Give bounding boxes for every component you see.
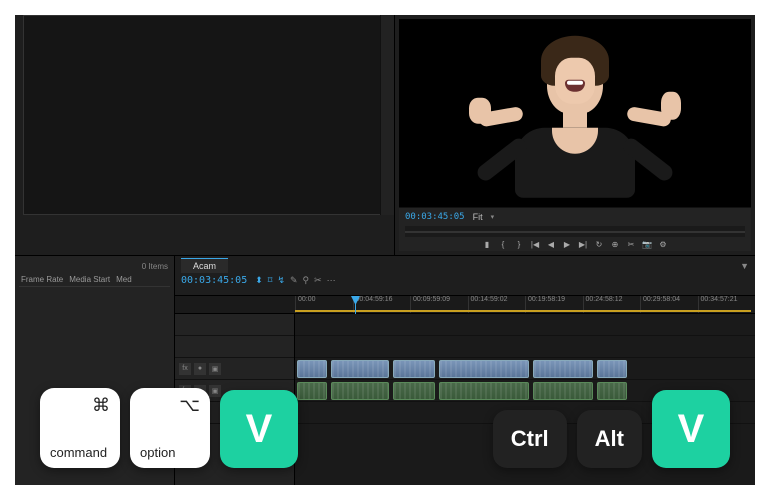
program-scrubber[interactable] — [405, 226, 745, 238]
timeline-tools: ⬍ ⌑ ↯ ✎ ⚲ ✂ ⋯ — [255, 275, 335, 286]
track-toggle-button[interactable]: ● — [194, 363, 206, 375]
command-label: command — [50, 445, 110, 460]
time-ruler[interactable]: 00:00 00:04:59:16 00:09:59:09 00:14:59:0… — [175, 296, 755, 314]
bracket-out-button[interactable]: } — [514, 239, 524, 249]
source-viewport[interactable] — [23, 15, 386, 215]
step-fwd-button[interactable]: ▶| — [578, 239, 588, 249]
col-framerate[interactable]: Frame Rate — [21, 275, 63, 284]
razor-icon[interactable]: ✂ — [314, 275, 322, 286]
snap-icon[interactable]: ⬍ — [255, 275, 263, 286]
zoom-fit-label[interactable]: Fit — [473, 212, 483, 222]
timeline-header: Acam ▼ 00:03:45:05 ⬍ ⌑ ↯ ✎ ⚲ ✂ ⋯ — [175, 256, 755, 296]
track-header-v3[interactable] — [175, 314, 294, 336]
video-clip[interactable] — [393, 360, 435, 378]
option-symbol-icon: ⌥ — [140, 396, 200, 414]
insert-button[interactable]: ⊕ — [610, 239, 620, 249]
alt-key: Alt — [577, 410, 642, 468]
pen-icon[interactable]: ✎ — [290, 275, 298, 286]
program-timecode[interactable]: 00:03:45:05 — [405, 212, 465, 222]
sequence-tab[interactable]: Acam — [181, 258, 228, 273]
video-clip[interactable] — [297, 360, 327, 378]
source-sidebar — [380, 15, 394, 215]
track-lock-button[interactable]: ▣ — [209, 363, 221, 375]
export-frame-button[interactable]: 📷 — [642, 239, 652, 249]
go-start-button[interactable]: |◀ — [530, 239, 540, 249]
video-clip[interactable] — [533, 360, 593, 378]
option-label: option — [140, 445, 200, 460]
ctrl-key: Ctrl — [493, 410, 567, 468]
zoom-dropdown-icon[interactable]: ▾ — [491, 213, 495, 221]
keyboard-shortcut-overlay: ⌘ command ⌥ option V Ctrl Alt V — [0, 388, 770, 468]
play-button[interactable]: ▶ — [562, 239, 572, 249]
program-monitor-panel: 00:03:45:05 Fit ▾ ▮ { } |◀ ◀ ▶ ▶| ↻ ⊕ ✂ … — [395, 15, 755, 255]
upper-panels: 00:03:45:05 Fit ▾ ▮ { } |◀ ◀ ▶ ▶| ↻ ⊕ ✂ … — [15, 15, 755, 255]
video-clip[interactable] — [597, 360, 627, 378]
timeline-timecode[interactable]: 00:03:45:05 — [181, 275, 247, 286]
video-content-person — [515, 44, 635, 198]
mark-in-button[interactable]: ▮ — [482, 239, 492, 249]
loop-button[interactable]: ↻ — [594, 239, 604, 249]
command-symbol-icon: ⌘ — [50, 396, 110, 414]
filter-icon[interactable]: ▼ — [740, 261, 749, 271]
search-icon[interactable]: ⚲ — [303, 275, 310, 286]
work-area-bar[interactable] — [295, 310, 751, 312]
video-clip[interactable] — [439, 360, 529, 378]
command-key: ⌘ command — [40, 388, 120, 468]
settings-button[interactable]: ⚙ — [658, 239, 668, 249]
track-fx-button[interactable]: fx — [179, 363, 191, 375]
program-viewport[interactable] — [399, 19, 751, 207]
project-columns: Frame Rate Media Start Med — [19, 273, 170, 287]
bracket-in-button[interactable]: { — [498, 239, 508, 249]
track-header-v1[interactable]: fx ● ▣ — [175, 358, 294, 380]
transport-controls: ▮ { } |◀ ◀ ▶ ▶| ↻ ⊕ ✂ 📷 ⚙ — [399, 237, 751, 251]
lift-button[interactable]: ✂ — [626, 239, 636, 249]
col-med[interactable]: Med — [116, 275, 132, 284]
step-back-button[interactable]: ◀ — [546, 239, 556, 249]
v-key-win: V — [652, 390, 730, 468]
more-icon[interactable]: ⋯ — [327, 275, 336, 286]
source-monitor-panel — [15, 15, 395, 255]
link-icon[interactable]: ⌑ — [268, 275, 273, 286]
col-mediastart[interactable]: Media Start — [69, 275, 110, 284]
video-clip[interactable] — [331, 360, 389, 378]
program-controls: 00:03:45:05 Fit ▾ ▮ { } |◀ ◀ ▶ ▶| ↻ ⊕ ✂ … — [399, 207, 751, 251]
option-key: ⌥ option — [130, 388, 210, 468]
v-key-mac: V — [220, 390, 298, 468]
marker-icon[interactable]: ↯ — [277, 275, 285, 286]
track-header-v2[interactable] — [175, 336, 294, 358]
project-item-count: 0 Items — [19, 260, 170, 273]
